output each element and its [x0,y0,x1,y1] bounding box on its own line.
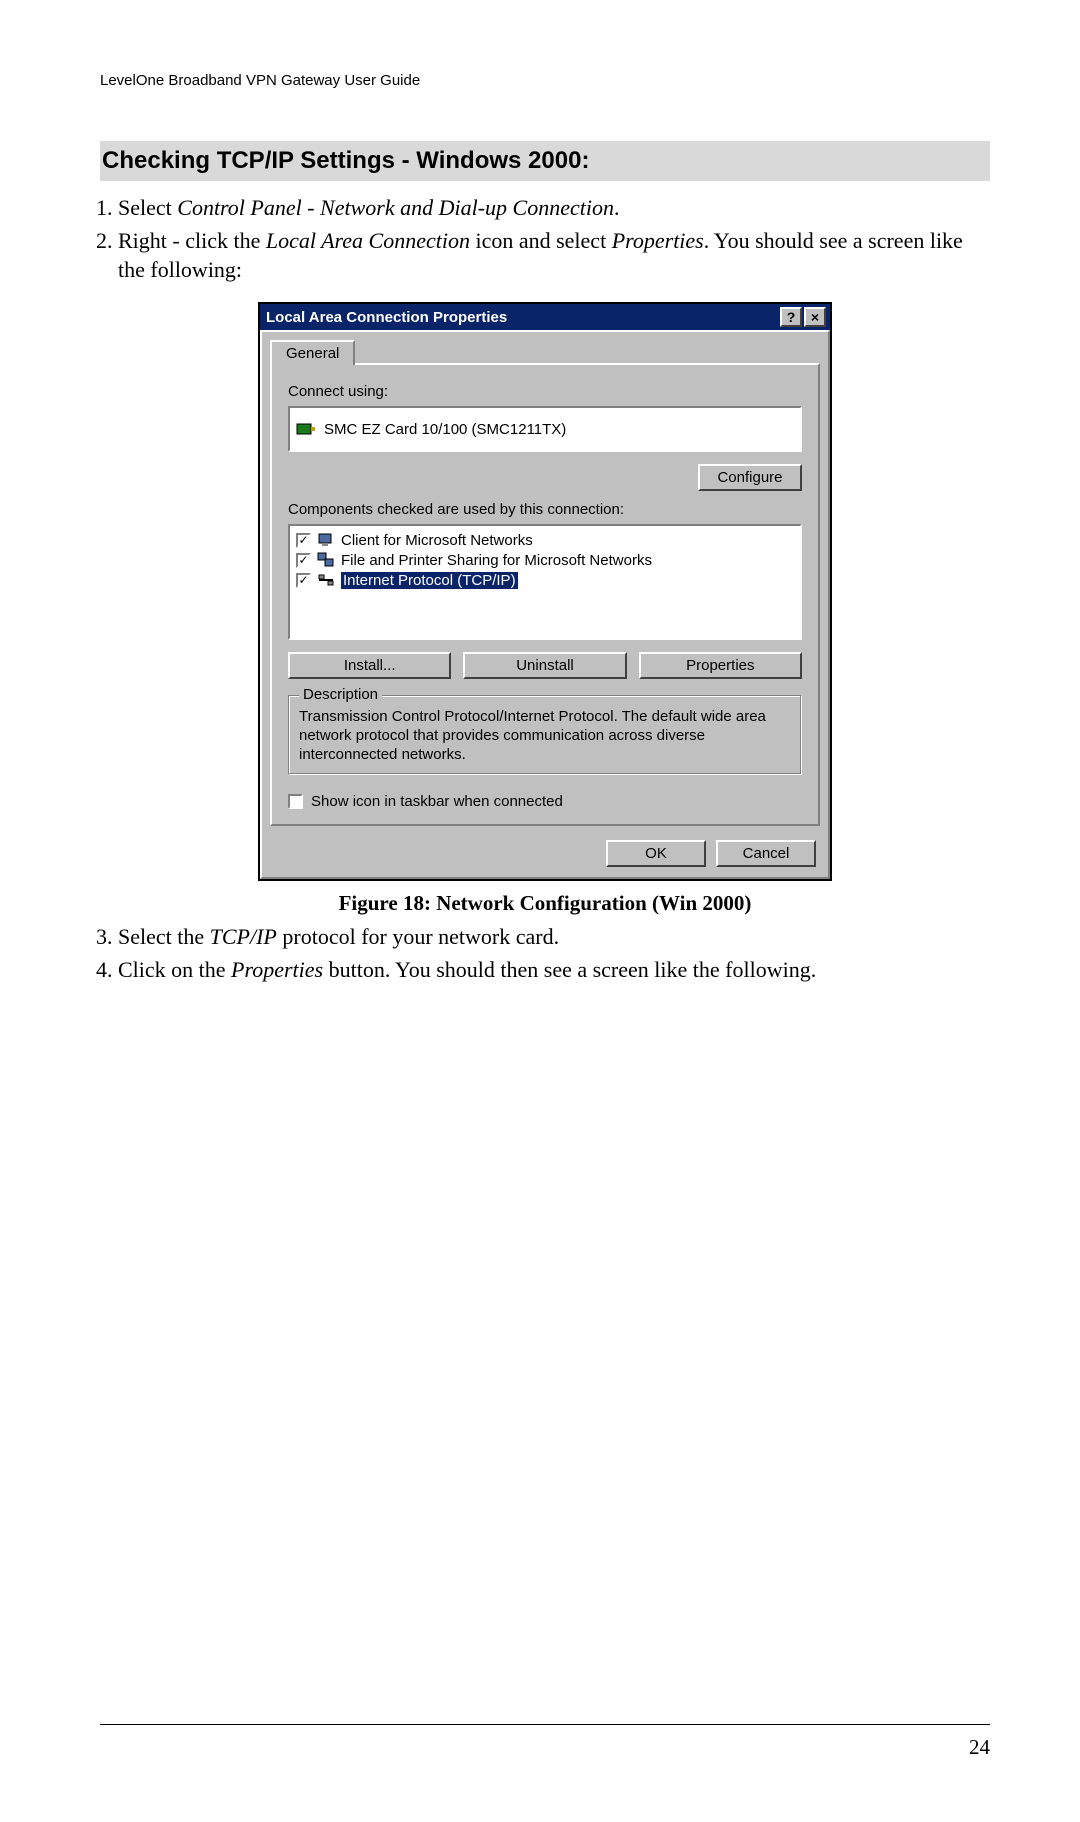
configure-button[interactable]: Configure [698,464,802,491]
component-item[interactable]: ✓ File and Printer Sharing for Microsoft… [294,550,796,570]
install-button[interactable]: Install... [288,652,451,679]
protocol-icon [317,571,335,589]
adapter-name: SMC EZ Card 10/100 (SMC1211TX) [324,421,566,438]
connect-using-label: Connect using: [288,383,802,400]
components-label: Components checked are used by this conn… [288,501,802,518]
component-item[interactable]: ✓ Client for Microsoft Networks [294,530,796,550]
component-label: Client for Microsoft Networks [341,532,533,549]
properties-dialog: Local Area Connection Properties ? × Gen… [258,302,832,881]
checkbox-icon[interactable]: ✓ [296,553,311,568]
help-button[interactable]: ? [780,307,802,327]
description-legend: Description [299,686,382,703]
checkbox-icon[interactable]: ✓ [296,533,311,548]
client-icon [317,531,335,549]
component-label-selected: Internet Protocol (TCP/IP) [341,572,518,589]
page-number: 24 [100,1735,990,1760]
properties-button[interactable]: Properties [639,652,802,679]
components-listbox[interactable]: ✓ Client for Microsoft Networks ✓ File [288,524,802,640]
component-label: File and Printer Sharing for Microsoft N… [341,552,652,569]
description-text: Transmission Control Protocol/Internet P… [299,708,791,764]
ok-button[interactable]: OK [606,840,706,867]
cancel-button[interactable]: Cancel [716,840,816,867]
figure-caption: Figure 18: Network Configuration (Win 20… [100,891,990,916]
share-icon [317,551,335,569]
adapter-field[interactable]: SMC EZ Card 10/100 (SMC1211TX) [288,406,802,452]
tab-panel-general: Connect using: SMC EZ Card 10/100 (SMC12… [270,363,820,826]
tab-general[interactable]: General [270,340,355,365]
show-icon-label: Show icon in taskbar when connected [311,793,563,810]
footer-rule [100,1724,990,1725]
component-item[interactable]: ✓ Internet Protocol (TCP/IP) [294,570,796,590]
instruction-list-b: Select the TCP/IP protocol for your netw… [118,922,990,984]
show-icon-checkbox[interactable] [288,794,303,809]
dialog-title: Local Area Connection Properties [266,309,778,326]
close-button[interactable]: × [804,307,826,327]
checkbox-icon[interactable]: ✓ [296,573,311,588]
step-2: Right - click the Local Area Connection … [118,226,990,284]
step-4: Click on the Properties button. You shou… [118,955,990,984]
nic-icon [296,421,316,437]
uninstall-button[interactable]: Uninstall [463,652,626,679]
dialog-titlebar: Local Area Connection Properties ? × [260,304,830,330]
section-heading: Checking TCP/IP Settings - Windows 2000: [100,141,990,181]
step-1: Select Control Panel - Network and Dial-… [118,193,990,222]
instruction-list-a: Select Control Panel - Network and Dial-… [118,193,990,284]
running-header: LevelOne Broadband VPN Gateway User Guid… [100,72,990,89]
description-group: Description Transmission Control Protoco… [288,695,802,775]
step-3: Select the TCP/IP protocol for your netw… [118,922,990,951]
